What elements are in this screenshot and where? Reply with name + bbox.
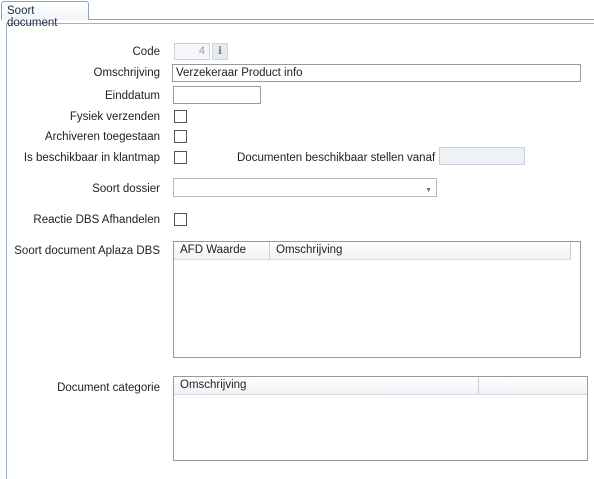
categorie-grid-label: Document categorie: [57, 382, 160, 394]
fysiek-verzenden-label: Fysiek verzenden: [69, 111, 160, 123]
categorie-col-omschrijving[interactable]: Omschrijving: [174, 377, 479, 394]
aplaza-col-omschrijving[interactable]: Omschrijving: [270, 242, 571, 259]
fysiek-verzenden-checkbox[interactable]: [174, 110, 187, 123]
soort-dossier-label: Soort dossier: [92, 183, 160, 195]
code-label: Code: [132, 46, 161, 58]
omschrijving-label: Omschrijving: [93, 67, 160, 79]
beschikbaar-vanaf-input: [439, 147, 525, 165]
omschrijving-input[interactable]: Verzekeraar Product info: [172, 64, 581, 82]
beschikbaar-klantmap-label: Is beschikbaar in klantmap: [23, 152, 160, 164]
einddatum-label: Einddatum: [105, 90, 160, 102]
archiveren-label: Archiveren toegestaan: [44, 131, 160, 143]
code-field: 4: [174, 43, 210, 60]
reactie-dbs-label: Reactie DBS Afhandelen: [33, 214, 160, 226]
beschikbaar-klantmap-checkbox[interactable]: [174, 151, 187, 164]
einddatum-input[interactable]: [173, 86, 261, 104]
categorie-grid[interactable]: Omschrijving: [173, 376, 588, 461]
aplaza-grid-label: Soort document Aplaza DBS: [14, 245, 160, 257]
tab-strip-line: [89, 19, 594, 20]
soort-dossier-select[interactable]: ▼: [173, 178, 437, 197]
chevron-down-icon[interactable]: ▼: [425, 184, 432, 198]
tab-soort-document[interactable]: Soort document: [1, 1, 89, 29]
reactie-dbs-checkbox[interactable]: [174, 213, 187, 226]
beschikbaar-vanaf-label: Documenten beschikbaar stellen vanaf: [237, 152, 436, 164]
aplaza-col-afd-waarde[interactable]: AFD Waarde: [174, 242, 270, 259]
archiveren-checkbox[interactable]: [174, 130, 187, 143]
aplaza-grid-header: AFD Waarde Omschrijving: [174, 242, 571, 260]
info-icon[interactable]: i: [212, 43, 228, 60]
categorie-grid-header: Omschrijving: [174, 377, 587, 395]
aplaza-grid[interactable]: AFD Waarde Omschrijving: [173, 241, 581, 358]
